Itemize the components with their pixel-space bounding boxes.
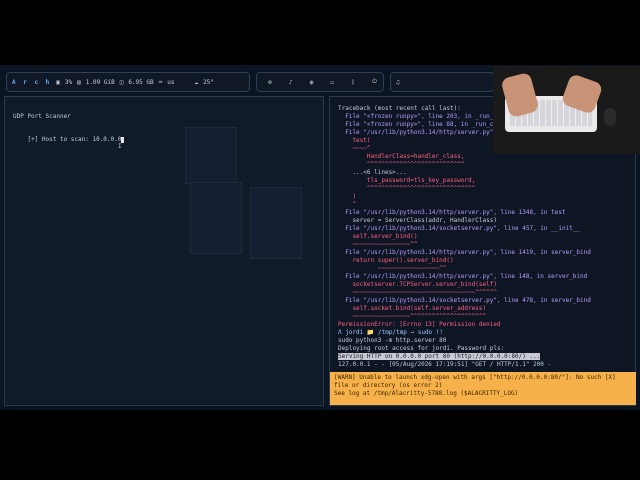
terminal-line: ^^^^^^^^^^^^^^^^^^^^^^^^^^^^^^ bbox=[338, 185, 476, 192]
terminal-line: File "/usr/lib/python3.14/http/server.py… bbox=[338, 129, 497, 136]
program-title: UDP Port Scanner bbox=[13, 113, 71, 120]
power-icon[interactable]: ⏻ bbox=[372, 78, 377, 86]
terminal-line: socketserver.TCPServer.server_bind(self) bbox=[338, 281, 497, 288]
globe-icon[interactable]: ◍ bbox=[310, 79, 314, 86]
disk-icon: ◫ bbox=[119, 78, 124, 86]
terminal-line: Deploying root access for jordi. Passwor… bbox=[338, 345, 505, 352]
bluetooth-icon[interactable]: ᛒ bbox=[351, 79, 355, 86]
text-cursor bbox=[121, 136, 125, 143]
disk-usage: 6.95 GB bbox=[128, 78, 154, 86]
terminal-line: File "/usr/lib/python3.14/http/server.py… bbox=[338, 249, 591, 256]
mouse-ibeam-icon: I bbox=[118, 143, 122, 150]
cpu-usage: 3% bbox=[64, 78, 73, 86]
terminal-line: ) bbox=[338, 193, 357, 200]
left-terminal-window[interactable]: UDP Port Scanner [+] Host to scan: 10.0.… bbox=[4, 96, 324, 406]
terminal-line: server = ServerClass(addr, HandlerClass) bbox=[338, 217, 497, 224]
terminal-line: return super().server_bind() bbox=[338, 257, 454, 264]
terminal-line: File "/usr/lib/python3.14/socketserver.p… bbox=[338, 297, 591, 304]
distro-logo: A r c h bbox=[12, 78, 52, 86]
memory-icon: ▤ bbox=[77, 78, 81, 86]
terminal-line: File "<frozen runpy>", line 88, in _run_… bbox=[338, 121, 497, 128]
cloud-icon: ☁ bbox=[194, 78, 199, 86]
terminal-line: Serving HTTP on 0.0.0.0 port 80 (http://… bbox=[338, 353, 541, 360]
terminal-line: ^^^^^^^^^^^^^^^^^^^^^^^^^^^ bbox=[338, 161, 465, 168]
terminal-line: test( bbox=[338, 137, 371, 144]
background-window-shadow bbox=[185, 127, 237, 184]
input-prompt[interactable]: [+] Host to scan: 10.0.0.0 bbox=[13, 129, 125, 150]
status-bar-middle: ⚙ ♪ ◍ ▭ ᛒ ⏻ bbox=[256, 72, 384, 92]
terminal-line: self.socket.bind(self.server_address) bbox=[338, 305, 487, 312]
music-icon[interactable]: ♫ bbox=[396, 79, 400, 86]
keyboard-layout: us bbox=[167, 78, 175, 86]
terminal-line: ~~~~^ bbox=[338, 145, 371, 152]
background-window-shadow bbox=[250, 187, 302, 259]
terminal-line: Traceback (most recent call last): bbox=[338, 105, 461, 112]
memory-usage: 1.09 GiB bbox=[85, 78, 115, 86]
warning-notification[interactable]: [WARN] Unable to launch xdg-open with ar… bbox=[330, 372, 636, 405]
gear-icon[interactable]: ⚙ bbox=[268, 79, 272, 86]
terminal-line: ~~~~~~~~~~~~~~~~^^^^^^^^^^^^^^^^^^^^^ bbox=[338, 313, 487, 320]
terminal-line: Λ jordi 📁 /tmp/tmp → sudo !! bbox=[338, 329, 444, 336]
terminal-line: File "/usr/lib/python3.14/http/server.py… bbox=[338, 273, 588, 280]
status-bar-right: ♫ bbox=[390, 72, 494, 92]
terminal-line: File "/usr/lib/python3.14/http/server.py… bbox=[338, 209, 566, 216]
terminal-line: ~~~~~~~~~~~~~~~~~~~~~~~~~~~~~~~~~~^^^^^^ bbox=[338, 289, 497, 296]
terminal-line: ~~~~~~~~~~~~~~~~~^^ bbox=[338, 265, 447, 272]
cpu-icon: ▣ bbox=[56, 78, 60, 86]
terminal-line: ~~~~~~~~~~~~~~~~^^ bbox=[338, 241, 418, 248]
terminal-line: PermissionError: [Errno 13] Permission d… bbox=[338, 321, 501, 328]
terminal-line: tls_password=tls_key_password, bbox=[338, 177, 476, 184]
keyboard-layout-icon: ⌨ bbox=[158, 78, 163, 86]
status-bar-left: A r c h ▣ 3% ▤ 1.09 GiB ◫ 6.95 GB ⌨ us ☁… bbox=[6, 72, 250, 92]
terminal-line: 127.0.0.1 - - [05/Aug/2026 17:19:51] "GE… bbox=[338, 361, 552, 368]
terminal-line: ...<6 lines>... bbox=[338, 169, 407, 176]
terminal-line: HandlerClass=handler_class, bbox=[338, 153, 465, 160]
terminal-line: File "/usr/lib/python3.14/socketserver.p… bbox=[338, 225, 581, 232]
terminal-line: sudo python3 -m http.server 80 bbox=[338, 337, 447, 344]
weather-temp: 25° bbox=[203, 78, 214, 86]
background-window-shadow bbox=[190, 182, 242, 254]
terminal-line: self.server_bind() bbox=[338, 233, 418, 240]
terminal-line: File "<frozen runpy>", line 203, in _run… bbox=[338, 113, 497, 120]
monitor-icon[interactable]: ▭ bbox=[331, 79, 335, 86]
prompt-text: [+] Host to scan: 10.0.0.0 bbox=[27, 136, 122, 143]
bell-icon[interactable]: ♪ bbox=[289, 79, 293, 86]
terminal-line: ^ bbox=[338, 201, 357, 208]
mouse-image bbox=[604, 108, 616, 126]
